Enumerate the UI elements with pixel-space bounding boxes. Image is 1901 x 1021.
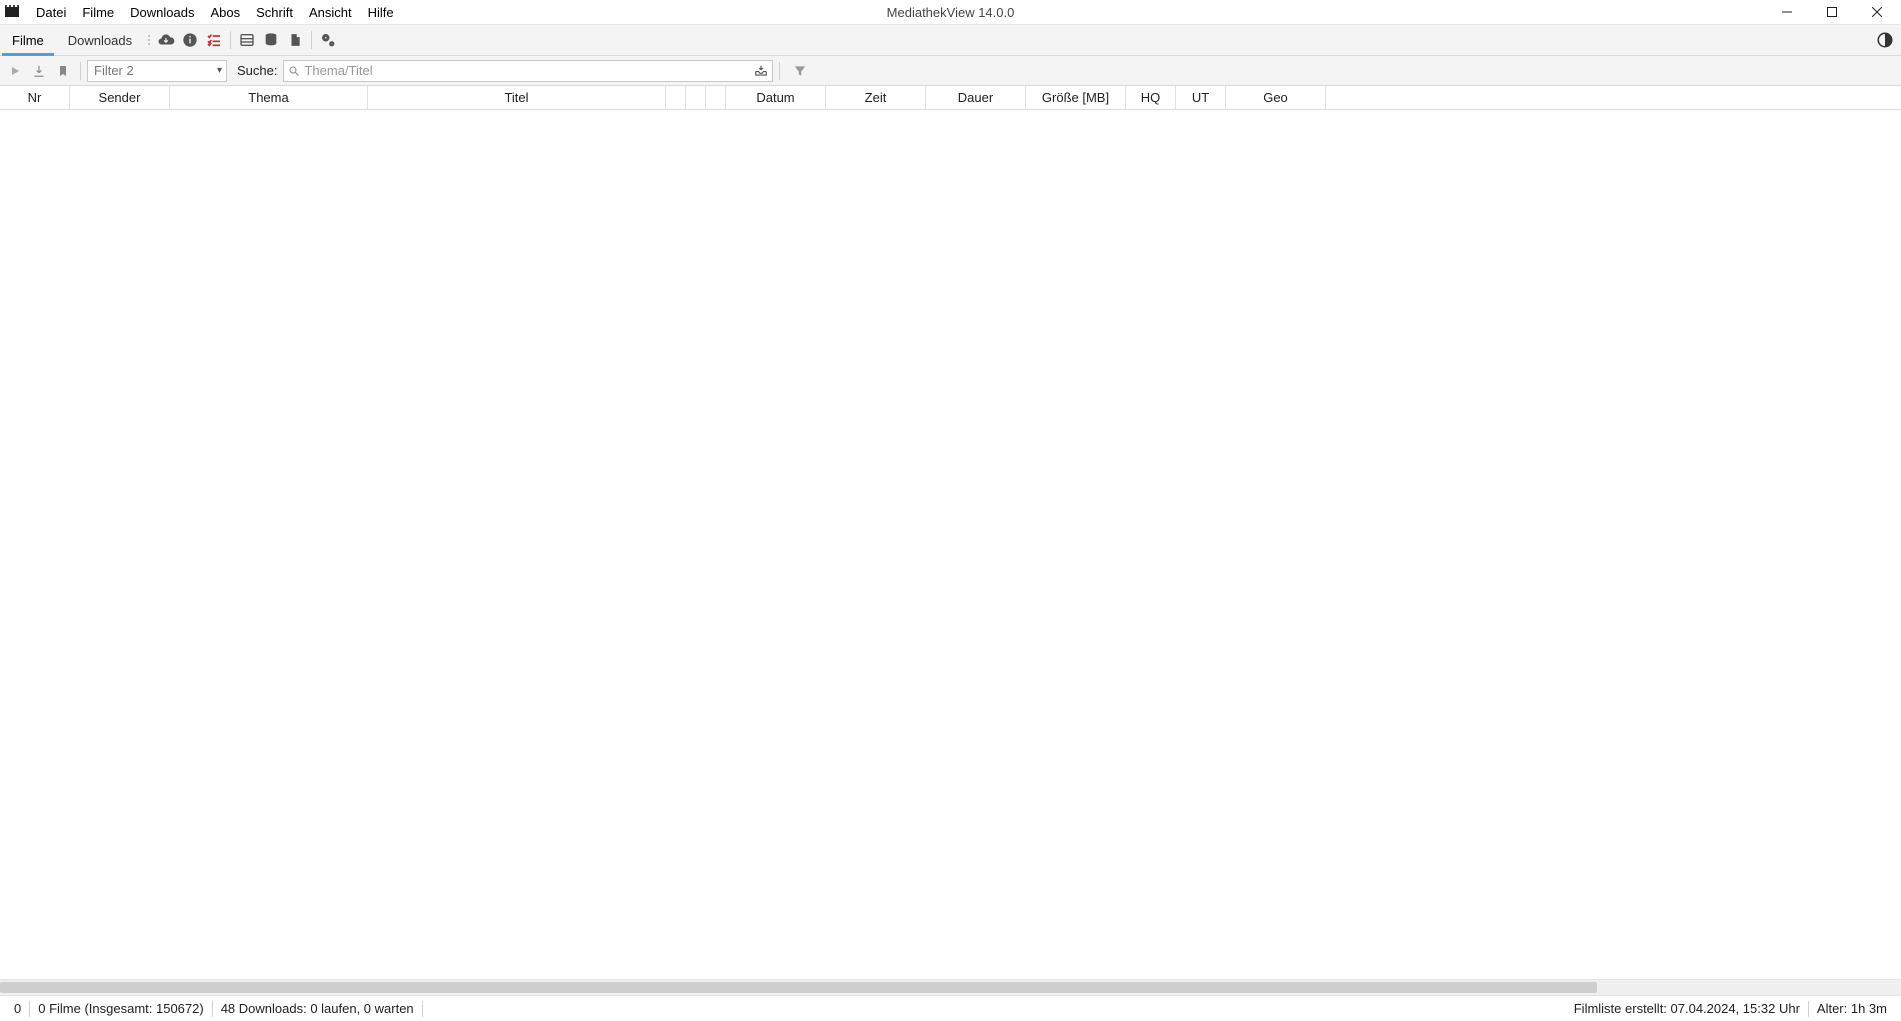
bookmark-icon[interactable] [52, 60, 74, 82]
table-header: NrSenderThemaTitel DatumZeitDauerGröße [M… [0, 86, 1901, 110]
chevron-down-icon: ▾ [217, 65, 222, 76]
statusbar: 0 0 Filme (Insgesamt: 150672) 48 Downloa… [0, 995, 1901, 1021]
filter-select-value: Filter 2 [94, 63, 134, 78]
app-icon [4, 4, 20, 20]
table-body [0, 110, 1901, 979]
status-downloads: 48 Downloads: 0 laufen, 0 warten [213, 1001, 422, 1016]
column-header-c5[interactable] [666, 86, 686, 109]
toolbar: Filme Downloads [0, 24, 1901, 56]
status-count: 0 [6, 1001, 29, 1016]
maximize-button[interactable] [1809, 0, 1854, 24]
info-icon[interactable] [178, 25, 202, 55]
column-header-titel[interactable]: Titel [368, 86, 666, 109]
status-filmliste: Filmliste erstellt: 07.04.2024, 15:32 Uh… [1566, 1001, 1808, 1016]
horizontal-scrollbar[interactable] [0, 979, 1901, 995]
search-icon [288, 65, 300, 77]
scrollbar-thumb[interactable] [0, 982, 1597, 993]
search-field-wrap [283, 60, 773, 82]
column-header-thema[interactable]: Thema [170, 86, 368, 109]
list-icon[interactable] [235, 25, 259, 55]
search-row: Filter 2 ▾ Suche: [0, 56, 1901, 86]
filter-select[interactable]: Filter 2 ▾ [87, 60, 227, 82]
column-header-geo[interactable]: Geo [1226, 86, 1326, 109]
menu-hilfe[interactable]: Hilfe [360, 3, 402, 22]
download-icon[interactable] [28, 60, 50, 82]
search-input[interactable] [304, 63, 750, 78]
column-header-nr[interactable]: Nr [0, 86, 70, 109]
gears-icon[interactable] [316, 25, 340, 55]
tasklist-icon[interactable] [202, 25, 226, 55]
tab-filme-label: Filme [12, 33, 44, 48]
menu-filme[interactable]: Filme [74, 3, 122, 22]
close-button[interactable] [1854, 0, 1899, 24]
inbox-icon[interactable] [754, 64, 768, 78]
column-header-zeit[interactable]: Zeit [826, 86, 926, 109]
search-label: Suche: [237, 63, 277, 78]
menu-downloads[interactable]: Downloads [122, 3, 202, 22]
column-header-ut[interactable]: UT [1176, 86, 1226, 109]
filter-funnel-icon[interactable] [788, 60, 812, 82]
column-header-c7[interactable] [706, 86, 726, 109]
tab-downloads[interactable]: Downloads [56, 25, 144, 55]
window-controls [1764, 0, 1899, 24]
menu-schrift[interactable]: Schrift [248, 3, 301, 22]
tab-downloads-label: Downloads [68, 33, 132, 48]
column-header-datum[interactable]: Datum [726, 86, 826, 109]
column-header-groesse[interactable]: Größe [MB] [1026, 86, 1126, 109]
minimize-button[interactable] [1764, 0, 1809, 24]
status-filme: 0 Filme (Insgesamt: 150672) [30, 1001, 211, 1016]
menu-ansicht[interactable]: Ansicht [301, 3, 360, 22]
file-icon[interactable] [283, 25, 307, 55]
status-alter: Alter: 1h 3m [1809, 1001, 1895, 1016]
contrast-icon[interactable] [1873, 31, 1897, 49]
database-icon[interactable] [259, 25, 283, 55]
menubar: Datei Filme Downloads Abos Schrift Ansic… [0, 0, 1901, 24]
menu-abos[interactable]: Abos [202, 3, 248, 22]
menu-datei[interactable]: Datei [28, 3, 74, 22]
window-title: MediathekView 14.0.0 [887, 5, 1015, 20]
column-header-c6[interactable] [686, 86, 706, 109]
tab-filme[interactable]: Filme [0, 25, 56, 55]
cloud-download-icon[interactable] [154, 25, 178, 55]
column-header-hq[interactable]: HQ [1126, 86, 1176, 109]
play-icon[interactable] [4, 60, 26, 82]
column-header-dauer[interactable]: Dauer [926, 86, 1026, 109]
column-header-sender[interactable]: Sender [70, 86, 170, 109]
